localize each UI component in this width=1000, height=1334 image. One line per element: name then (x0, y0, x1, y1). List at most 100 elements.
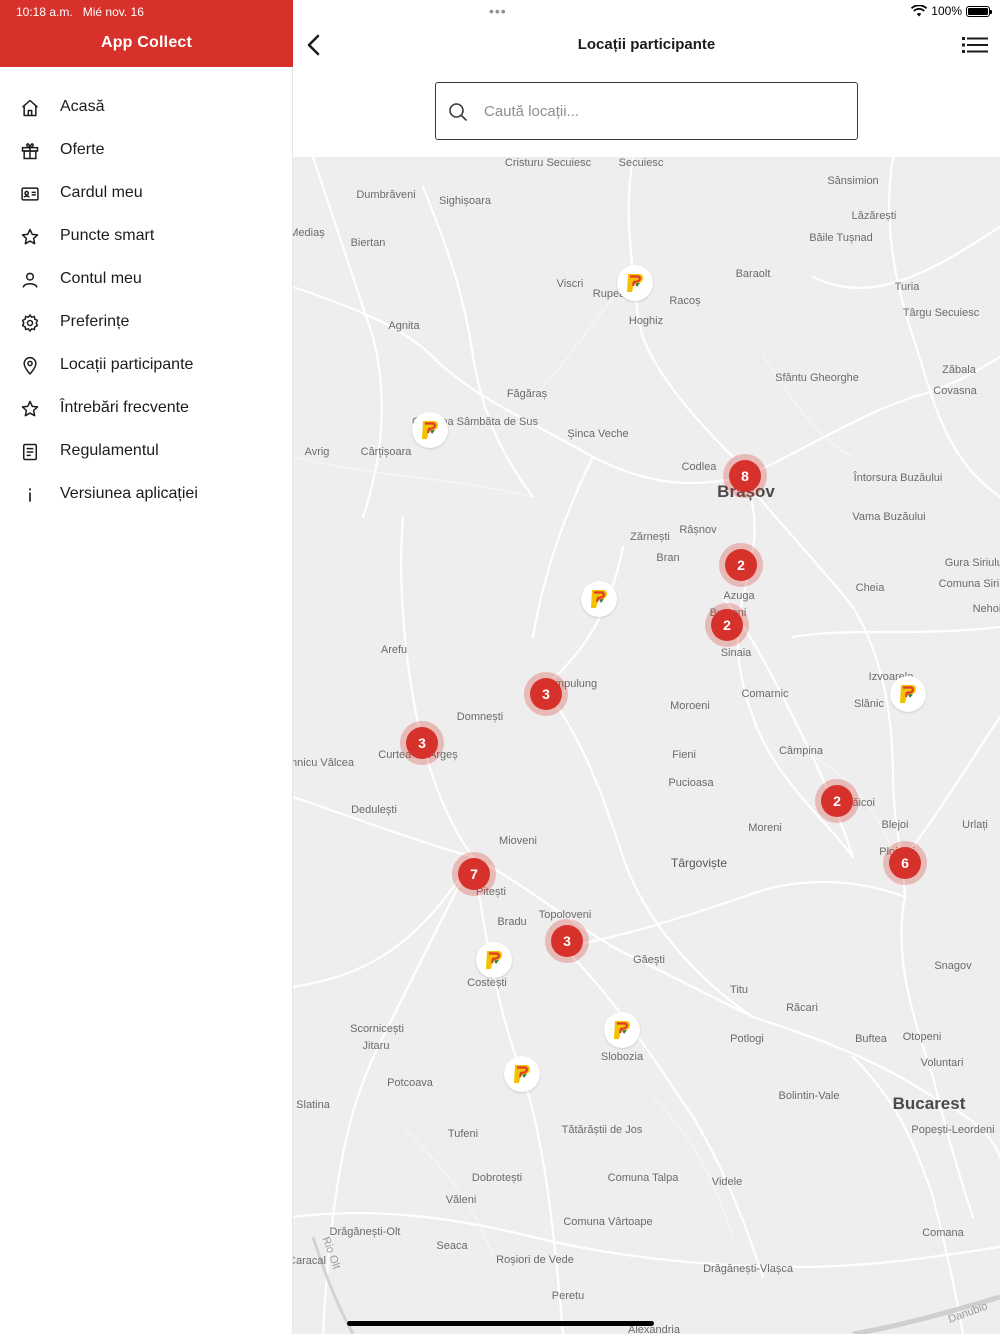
sidebar-item-intrebari[interactable]: Întrebări frecvente (0, 387, 293, 430)
sidebar-item-acasa[interactable]: Acasă (0, 86, 293, 129)
map-place-label: Popești-Leordeni (911, 1124, 995, 1136)
map-cluster-marker[interactable]: 2 (719, 543, 763, 587)
map-place-label: Întorsura Buzăului (853, 472, 943, 484)
map-place-label: Agnita (388, 320, 420, 332)
sidebar-item-versiunea[interactable]: Versiunea aplicației (0, 473, 293, 516)
map-place-label: Azuga (723, 590, 755, 602)
fuel-station-pin[interactable] (581, 581, 617, 617)
star-icon (19, 226, 41, 248)
map-place-label: Blejoi (881, 819, 909, 831)
fuel-station-pin[interactable] (476, 942, 512, 978)
map-cluster-marker[interactable]: 7 (452, 852, 496, 896)
map-place-label: Râmnicu Vâlcea (293, 757, 355, 769)
sidebar-item-label: Contul meu (60, 270, 142, 287)
search-input[interactable] (484, 97, 844, 125)
gear-icon (19, 312, 41, 334)
map-place-label: Șinca Veche (567, 428, 629, 440)
map-cluster-marker[interactable]: 3 (545, 919, 589, 963)
map-place-label: Drăgănești-Olt (329, 1226, 401, 1238)
map-place-label: Sinaia (720, 647, 752, 659)
map-place-label: Sânsimion (827, 175, 879, 187)
map-place-label: Cristuru Secuiesc (504, 157, 592, 169)
map-place-label: Buftea (855, 1033, 887, 1045)
sidebar-item-locatii[interactable]: Locații participante (0, 344, 293, 387)
location-pin-icon (19, 355, 41, 377)
search-box[interactable] (435, 82, 858, 140)
fuel-station-pin[interactable] (412, 412, 448, 448)
map-place-label: Scornicești (350, 1023, 404, 1035)
map-cluster-marker[interactable]: 3 (524, 672, 568, 716)
station-logo-icon (591, 590, 607, 608)
user-icon (19, 269, 41, 291)
map-view[interactable]: Cristuru Secuiesc Secuiesc Sânsimion Dumbră… (293, 157, 1000, 1334)
map-place-label: Seaca (436, 1240, 468, 1252)
map-roads (293, 157, 1000, 1334)
map-place-label: Lăzărești (851, 210, 897, 222)
map-cluster-marker[interactable]: 2 (815, 779, 859, 823)
home-indicator[interactable] (347, 1321, 654, 1326)
cluster-count: 2 (725, 549, 757, 581)
map-place-label: Turia (894, 281, 920, 293)
map-place-label: Codlea (681, 461, 717, 473)
sidebar-item-preferinte[interactable]: Preferințe (0, 301, 293, 344)
map-place-label: Băile Tușnad (809, 232, 873, 244)
map-cluster-marker[interactable]: 8 (723, 454, 767, 498)
map-cluster-marker[interactable]: 6 (883, 841, 927, 885)
map-place-label: Slatina (296, 1099, 330, 1111)
map-place-label: Comana (922, 1227, 964, 1239)
station-logo-icon (627, 274, 643, 292)
station-logo-icon (486, 951, 502, 969)
sidebar-item-cardul-meu[interactable]: Cardul meu (0, 172, 293, 215)
sidebar: 10:18 a.m. Mié nov. 16 App Collect Acasă… (0, 0, 293, 1334)
list-view-button[interactable] (962, 33, 988, 57)
map-place-label: Bolintin-Vale (778, 1090, 840, 1102)
map-place-label: Zăbala (942, 364, 976, 376)
sidebar-item-label: Versiunea aplicației (60, 485, 198, 502)
sidebar-item-puncte-smart[interactable]: Puncte smart (0, 215, 293, 258)
fuel-station-pin[interactable] (890, 676, 926, 712)
map-place-label: Sfântu Gheorghe (775, 372, 859, 384)
search-icon (449, 103, 468, 122)
map-place-label: Bran (656, 552, 680, 564)
map-place-label: Văleni (445, 1194, 477, 1206)
sidebar-item-oferte[interactable]: Oferte (0, 129, 293, 172)
cluster-count: 7 (458, 858, 490, 890)
map-place-label: Răcari (786, 1002, 818, 1014)
map-place-label: Costești (467, 977, 507, 989)
sidebar-item-contul-meu[interactable]: Contul meu (0, 258, 293, 301)
sidebar-item-label: Preferințe (60, 313, 130, 330)
map-place-label: Dobrotești (471, 1172, 523, 1184)
list-icon (962, 37, 988, 53)
map-place-label: Videle (711, 1176, 743, 1188)
multitask-dots[interactable]: ••• (489, 3, 507, 19)
map-place-label: Târgu Secuiesc (902, 307, 980, 319)
map-place-label: Dumbrăveni (356, 189, 416, 201)
sidebar-menu: Acasă Oferte Cardul meu Puncte smart Con… (0, 86, 293, 516)
map-cluster-marker[interactable]: 3 (400, 721, 444, 765)
map-place-label: Bucarest (892, 1094, 966, 1113)
fuel-station-pin[interactable] (617, 265, 653, 301)
map-place-label: Otopeni (902, 1031, 942, 1043)
fuel-station-pin[interactable] (504, 1056, 540, 1092)
station-logo-icon (422, 421, 438, 439)
page-title: Locații participante (577, 36, 716, 53)
status-date: Mié nov. 16 (82, 5, 144, 19)
map-place-label: Tufeni (447, 1128, 479, 1140)
map-place-label: Zărnești (630, 531, 670, 543)
map-place-label: Nehoiu (972, 603, 1000, 615)
map-place-label: Comuna Vârtoape (563, 1216, 653, 1228)
map-place-label: Avrig (304, 446, 330, 458)
map-place-label: Comuna Talpa (607, 1172, 679, 1184)
sidebar-item-label: Locații participante (60, 356, 194, 373)
map-place-label: Mediaș (293, 227, 325, 239)
info-icon (19, 484, 41, 506)
cluster-count: 3 (406, 727, 438, 759)
map-place-label: Cârțișoara (360, 446, 412, 458)
map-place-label: Jitaru (362, 1040, 390, 1052)
fuel-station-pin[interactable] (604, 1012, 640, 1048)
map-cluster-marker[interactable]: 2 (705, 603, 749, 647)
home-icon (19, 97, 41, 119)
sidebar-item-regulamentul[interactable]: Regulamentul (0, 430, 293, 473)
sidebar-item-label: Regulamentul (60, 442, 159, 459)
map-place-label: Slănic (854, 698, 884, 710)
